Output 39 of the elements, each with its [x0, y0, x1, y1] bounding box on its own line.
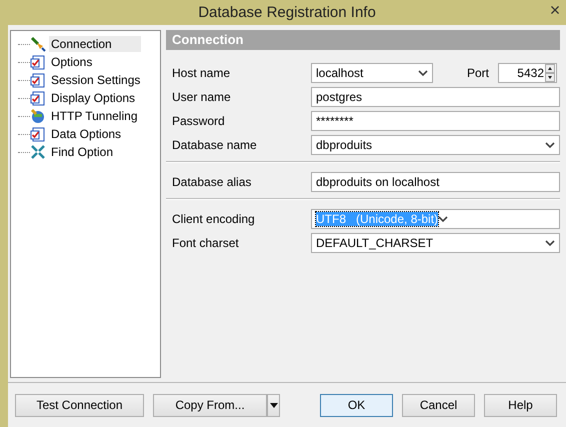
chevron-icon — [418, 68, 428, 76]
section-header: Connection — [166, 30, 560, 50]
tree-item[interactable]: Connection — [49, 36, 141, 52]
input-field[interactable]: dbproduits on localhost — [311, 172, 560, 192]
help-button[interactable]: Help — [484, 394, 557, 416]
tree-item[interactable]: Find Option — [49, 144, 118, 160]
field-label: Client encoding — [171, 212, 256, 226]
dropdown-button[interactable] — [267, 394, 280, 416]
test-connection-button[interactable]: Test Connection — [15, 394, 144, 416]
window-title: Database Registration Info — [198, 4, 376, 21]
chevron-icon — [545, 238, 555, 246]
close-button[interactable]: × — [544, 0, 566, 20]
caret-icon — [270, 402, 278, 408]
chevron-icon — [545, 140, 555, 148]
tree-item[interactable]: HTTP Tunneling — [49, 108, 142, 124]
tree-item[interactable]: Session Settings — [49, 72, 144, 88]
field-label: User name — [171, 90, 232, 104]
input-field[interactable]: ******** — [311, 110, 560, 130]
cancel-button[interactable]: Cancel — [402, 394, 475, 416]
field-label: Port — [467, 66, 490, 80]
ok-button[interactable]: OK — [320, 394, 393, 416]
checklist-icon — [30, 54, 46, 70]
dropdown[interactable]: dbproduits — [311, 134, 560, 154]
chevron-icon — [438, 214, 448, 222]
tree-item[interactable]: Display Options — [49, 90, 140, 106]
spin-arrows-icon — [545, 64, 555, 82]
field-label: Host name — [171, 66, 232, 80]
tree-item[interactable]: Data Options — [49, 126, 126, 142]
port-spinner[interactable]: 5432 — [498, 62, 557, 82]
input-field[interactable]: postgres — [311, 86, 560, 106]
globe-icon — [30, 108, 46, 124]
dropdown[interactable]: DEFAULT_CHARSET — [311, 232, 560, 252]
field-label: Password — [171, 114, 226, 128]
tree-item[interactable]: Options — [49, 54, 96, 70]
field-label: Font charset — [171, 236, 240, 250]
dropdown[interactable]: localhost — [311, 62, 433, 82]
field-label: Database name — [171, 138, 258, 152]
copy-from-button[interactable]: Copy From... — [153, 394, 267, 416]
field-label: Database alias — [171, 174, 252, 188]
